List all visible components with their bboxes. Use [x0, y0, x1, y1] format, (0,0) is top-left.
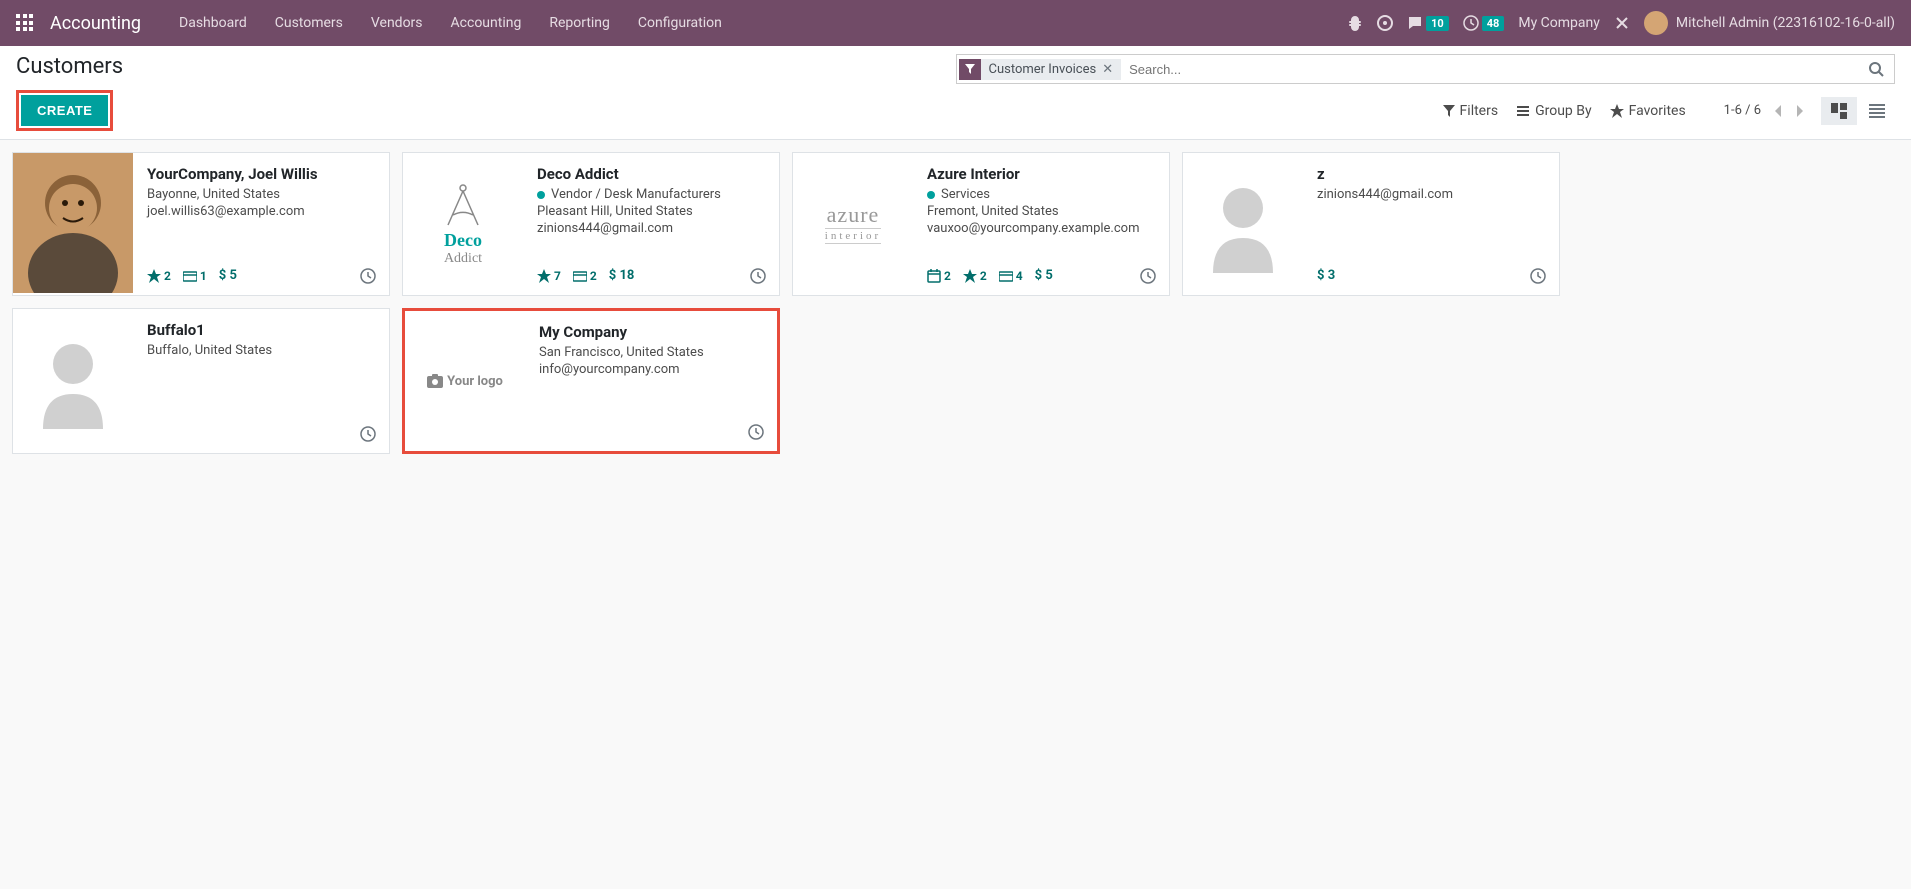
cards-stat[interactable]: 4 — [999, 269, 1023, 283]
kanban-view: YourCompany, Joel Willis Bayonne, United… — [0, 140, 1911, 466]
customer-tag: Vendor / Desk Manufacturers — [537, 187, 765, 202]
company-selector[interactable]: My Company — [1518, 15, 1600, 31]
customer-logo: Deco Addict — [403, 153, 523, 293]
app-name[interactable]: Accounting — [50, 13, 141, 34]
activities-badge: 48 — [1482, 16, 1505, 31]
user-menu[interactable]: Mitchell Admin (22316102-16-0-all) — [1644, 11, 1895, 35]
menu-accounting[interactable]: Accounting — [437, 0, 536, 46]
groupby-button[interactable]: Group By — [1516, 103, 1592, 119]
menu-configuration[interactable]: Configuration — [624, 0, 736, 46]
customer-location: Bayonne, United States — [147, 187, 375, 202]
customer-email: info@yourcompany.com — [539, 362, 763, 377]
activity-icon[interactable] — [749, 267, 767, 285]
customer-card[interactable]: Deco Addict Deco Addict Vendor / Desk Ma… — [402, 152, 780, 296]
user-avatar-icon — [1644, 11, 1668, 35]
customer-location: San Francisco, United States — [539, 345, 763, 360]
menu-vendors[interactable]: Vendors — [357, 0, 437, 46]
menu-customers[interactable]: Customers — [261, 0, 357, 46]
main-menu: Dashboard Customers Vendors Accounting R… — [165, 0, 736, 46]
customer-email: vauxoo@yourcompany.example.com — [927, 221, 1155, 236]
breadcrumb: Customers — [16, 54, 123, 79]
amount-stat[interactable]: $ 5 — [219, 268, 237, 283]
customer-email: zinions444@gmail.com — [537, 221, 765, 236]
amount-stat[interactable]: $ 18 — [609, 268, 635, 283]
customer-name: My Company — [539, 323, 763, 341]
customer-name: Buffalo1 — [147, 321, 375, 339]
customer-name: z — [1317, 165, 1545, 183]
meetings-stat[interactable]: 2 — [927, 269, 951, 283]
messages-badge: 10 — [1426, 16, 1449, 31]
customer-avatar — [13, 153, 133, 293]
cards-stat[interactable]: 2 — [573, 269, 597, 283]
customer-location: Pleasant Hill, United States — [537, 204, 765, 219]
search-facet-label: Customer Invoices — [989, 62, 1097, 77]
list-view-button[interactable] — [1859, 97, 1895, 125]
customer-name: Deco Addict — [537, 165, 765, 183]
search-facet-icon — [959, 59, 981, 80]
search-icon[interactable] — [1860, 57, 1892, 81]
pager-text[interactable]: 1-6 / 6 — [1724, 103, 1761, 118]
customer-email: zinions444@gmail.com — [1317, 187, 1545, 202]
customer-location: Buffalo, United States — [147, 343, 375, 358]
menu-reporting[interactable]: Reporting — [535, 0, 624, 46]
activity-icon[interactable] — [747, 423, 765, 441]
customer-name: Azure Interior — [927, 165, 1155, 183]
search-box[interactable]: Customer Invoices ✕ — [956, 54, 1896, 84]
customer-location: Fremont, United States — [927, 204, 1155, 219]
customer-logo: azure interior — [793, 153, 913, 293]
create-highlight: CREATE — [16, 90, 113, 131]
amount-stat[interactable]: $ 5 — [1035, 268, 1053, 283]
activities-icon[interactable]: 48 — [1463, 15, 1505, 31]
create-button[interactable]: CREATE — [21, 95, 108, 126]
messages-icon[interactable]: 10 — [1407, 15, 1449, 31]
customer-card[interactable]: Buffalo1 Buffalo, United States — [12, 308, 390, 454]
kanban-view-button[interactable] — [1821, 97, 1857, 125]
customer-tag: Services — [927, 187, 1155, 202]
customer-logo: Your logo — [405, 311, 525, 451]
search-input[interactable] — [1121, 58, 1860, 81]
menu-dashboard[interactable]: Dashboard — [165, 0, 261, 46]
customer-avatar — [13, 309, 133, 449]
opportunities-stat[interactable]: 7 — [537, 269, 561, 283]
activity-icon[interactable] — [359, 425, 377, 443]
amount-stat[interactable]: $ 3 — [1317, 268, 1335, 283]
tag-dot-icon — [537, 191, 545, 199]
favorites-button[interactable]: Favorites — [1610, 103, 1686, 119]
activity-icon[interactable] — [1529, 267, 1547, 285]
opportunities-stat[interactable]: 2 — [147, 269, 171, 283]
facet-remove-icon[interactable]: ✕ — [1102, 62, 1113, 77]
debug-icon[interactable] — [1347, 15, 1363, 31]
top-navbar: Accounting Dashboard Customers Vendors A… — [0, 0, 1911, 46]
customer-card[interactable]: azure interior Azure Interior Services F… — [792, 152, 1170, 296]
apps-menu-icon[interactable] — [16, 14, 34, 32]
customer-card[interactable]: Your logo My Company San Francisco, Unit… — [402, 308, 780, 454]
support-icon[interactable] — [1377, 15, 1393, 31]
search-facet: Customer Invoices ✕ — [981, 59, 1122, 80]
pager-next-icon[interactable] — [1791, 100, 1809, 122]
customer-card[interactable]: YourCompany, Joel Willis Bayonne, United… — [12, 152, 390, 296]
activity-icon[interactable] — [359, 267, 377, 285]
filters-button[interactable]: Filters — [1443, 103, 1499, 119]
tools-icon[interactable] — [1614, 15, 1630, 31]
control-panel: Customers Customer Invoices ✕ — [0, 46, 1911, 140]
customer-card[interactable]: z zinions444@gmail.com $ 3 — [1182, 152, 1560, 296]
pager-prev-icon[interactable] — [1769, 100, 1787, 122]
tag-dot-icon — [927, 191, 935, 199]
customer-avatar — [1183, 153, 1303, 293]
user-name: Mitchell Admin (22316102-16-0-all) — [1676, 15, 1895, 31]
cards-stat[interactable]: 1 — [183, 269, 207, 283]
activity-icon[interactable] — [1139, 267, 1157, 285]
customer-name: YourCompany, Joel Willis — [147, 165, 375, 183]
customer-email: joel.willis63@example.com — [147, 204, 375, 219]
opportunities-stat[interactable]: 2 — [963, 269, 987, 283]
